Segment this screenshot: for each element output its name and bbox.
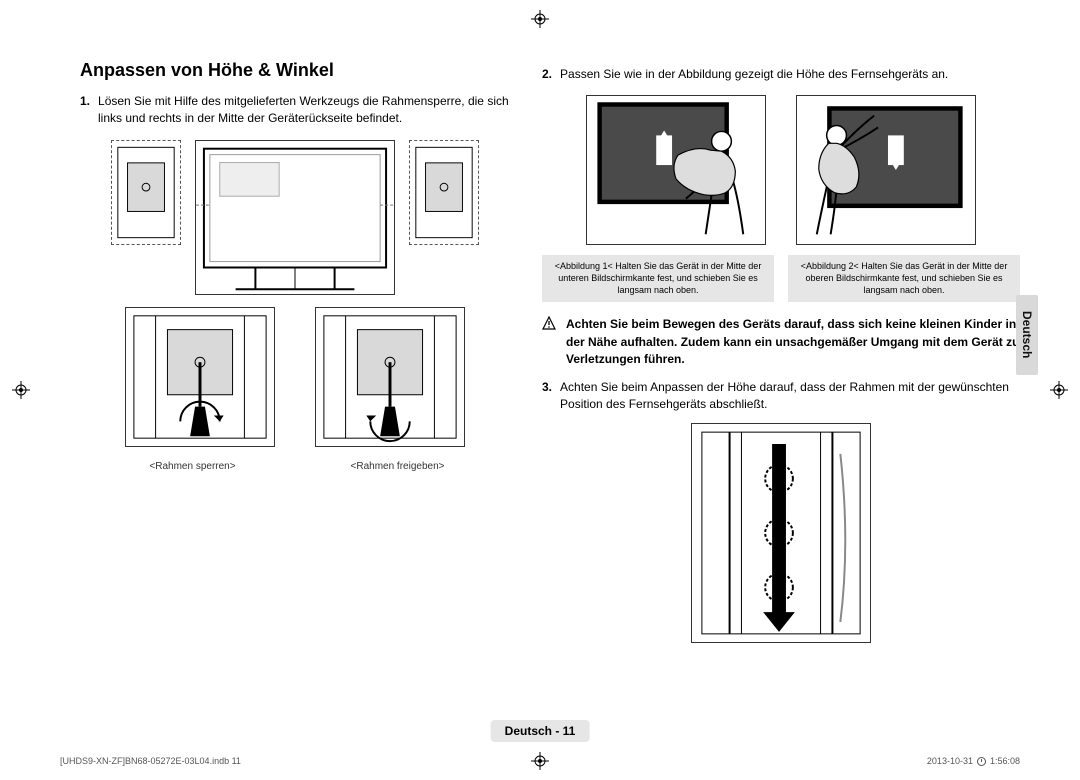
step-3-text: Achten Sie beim Anpassen der Höhe darauf… [560, 379, 1020, 414]
footer-filename: [UHDS9-XN-ZF]BN68-05272E-03L04.indb 11 [60, 756, 241, 766]
tv-back-left-icon [111, 140, 181, 245]
figure-row-top [80, 140, 510, 295]
lock-frame-icon [125, 307, 275, 447]
tv-front-center-icon [195, 140, 395, 295]
rail-detail-icon [691, 423, 871, 643]
figure-row-lock [80, 307, 510, 447]
step-3: 3. Achten Sie beim Anpassen der Höhe dar… [542, 379, 1020, 414]
unlock-frame-icon [315, 307, 465, 447]
registration-mark-left [12, 381, 30, 399]
figure-row-adjust [542, 95, 1020, 245]
step-1: 1. Lösen Sie mit Hilfe des mitgelieferte… [80, 93, 510, 128]
step-3-number: 3. [542, 379, 552, 414]
person-push-down-icon [796, 95, 976, 245]
figure-captions-row: <Abbildung 1< Halten Sie das Gerät in de… [542, 255, 1020, 302]
registration-mark-right [1050, 381, 1068, 399]
registration-mark-top [531, 10, 549, 28]
figure-row-rail [542, 423, 1020, 643]
left-column: Anpassen von Höhe & Winkel 1. Lösen Sie … [80, 60, 510, 653]
right-column: 2. Passen Sie wie in der Abbildung gezei… [542, 60, 1020, 653]
warning: Achten Sie beim Bewegen des Geräts darau… [542, 316, 1020, 368]
warning-icon [542, 316, 558, 368]
step-2: 2. Passen Sie wie in der Abbildung gezei… [542, 66, 1020, 83]
fig1-caption: <Abbildung 1< Halten Sie das Gerät in de… [542, 255, 774, 302]
step-2-number: 2. [542, 66, 552, 83]
language-tab: Deutsch [1016, 295, 1038, 375]
footer-time: 1:56:08 [990, 756, 1020, 766]
caption-unlock: <Rahmen freigeben> [315, 461, 480, 472]
warning-text: Achten Sie beim Bewegen des Geräts darau… [566, 316, 1020, 368]
page-number-badge: Deutsch - 11 [491, 720, 590, 742]
step-1-text: Lösen Sie mit Hilfe des mitgelieferten W… [98, 93, 510, 128]
language-tab-label: Deutsch [1020, 311, 1034, 358]
step-2-text: Passen Sie wie in der Abbildung gezeigt … [560, 66, 1020, 83]
section-title: Anpassen von Höhe & Winkel [80, 60, 510, 81]
step-1-number: 1. [80, 93, 90, 128]
print-footer: [UHDS9-XN-ZF]BN68-05272E-03L04.indb 11 2… [60, 756, 1020, 766]
footer-date: 2013-10-31 [927, 756, 973, 766]
tv-back-right-icon [409, 140, 479, 245]
person-lift-up-icon [586, 95, 766, 245]
fig2-caption: <Abbildung 2< Halten Sie das Gerät in de… [788, 255, 1020, 302]
caption-lock: <Rahmen sperren> [110, 461, 275, 472]
clock-icon [977, 757, 986, 766]
page: Deutsch Anpassen von Höhe & Winkel 1. Lö… [0, 0, 1080, 780]
